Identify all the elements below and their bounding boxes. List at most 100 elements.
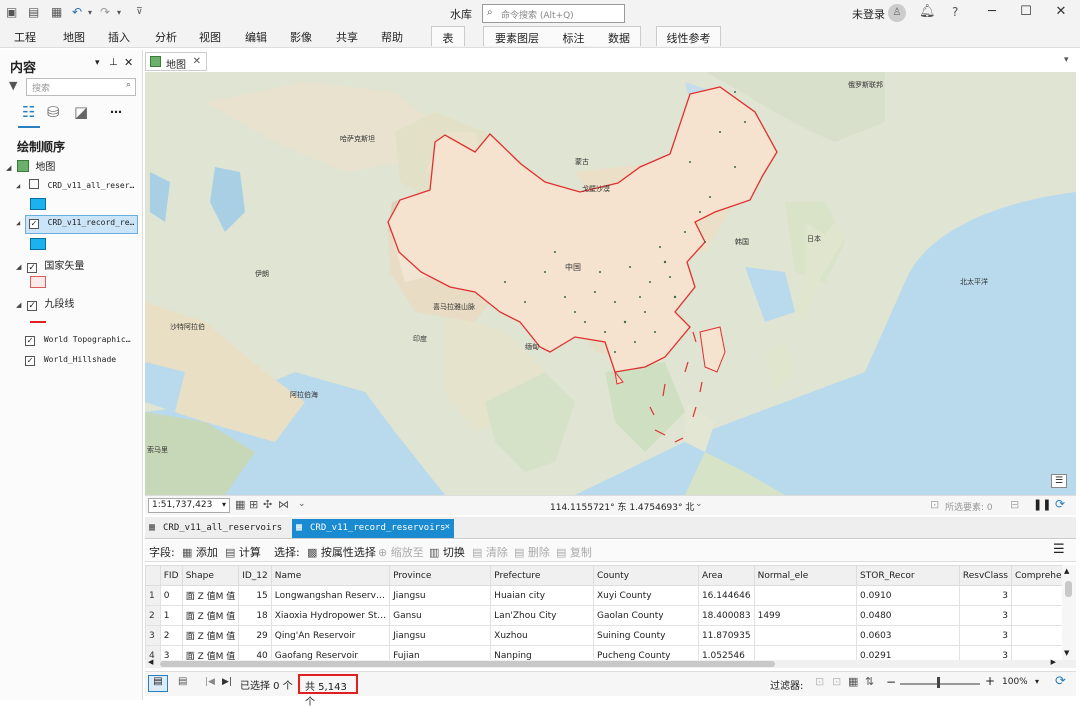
refresh-icon[interactable]: ⟳ [1055, 497, 1065, 511]
undo-dropdown-icon[interactable]: ▾ [88, 8, 92, 24]
table-cell[interactable]: Longwangshan Reserv… [270, 585, 391, 606]
table-cell[interactable]: Suining County [592, 625, 699, 646]
table-cell[interactable]: 面 Z 值M 值 [181, 645, 240, 660]
contents-search-input[interactable]: 搜索 ⌕ [26, 78, 136, 96]
table-cell[interactable]: Fujian [389, 645, 492, 660]
layer-visibility-checkbox[interactable] [28, 179, 39, 189]
customize-toolbar-icon[interactable]: ⊽ [136, 7, 143, 23]
table-cell[interactable]: 29 [238, 625, 272, 646]
layer-row-nine-dash-line[interactable]: ◢ ✓ 九段线 [16, 295, 74, 311]
column-header[interactable]: FID [159, 565, 183, 586]
menu-imagery[interactable]: 影像 [290, 29, 312, 45]
calculate-field-button[interactable]: ▤ 计算 [225, 544, 261, 560]
layer-symbol[interactable] [30, 238, 46, 250]
clear-selection-icon[interactable]: ⊟ [1010, 498, 1019, 511]
grid-icon[interactable]: ⊞ [249, 498, 258, 511]
table-cell[interactable]: 0.0291 [856, 645, 960, 660]
table-cell[interactable]: Gaolan County [592, 605, 699, 626]
table-row[interactable]: 32面 Z 值M 值 29 Qing'An Reservoir Jiangsu Xuzh… [145, 625, 1076, 646]
pause-drawing-icon[interactable]: ❚❚ [1033, 498, 1051, 511]
table-row[interactable]: 43面 Z 值M 值 40 Gaofang Reservoir Fujian Nanpi… [145, 645, 1076, 660]
zoom-to-button[interactable]: ⊕ 缩放至 [378, 544, 424, 560]
menu-view[interactable]: 视图 [199, 29, 221, 45]
layer-visibility-checkbox[interactable]: ✓ [25, 336, 35, 346]
menu-edit[interactable]: 编辑 [245, 29, 267, 45]
snapping-icon[interactable]: ⋈ [278, 498, 289, 511]
table-cell[interactable]: 16.144646 [697, 585, 755, 606]
table-cell[interactable]: 面 Z 值M 值 [181, 585, 240, 606]
table-cell[interactable]: Gansu [389, 605, 492, 626]
fixed-scale-icon[interactable]: ▦ [235, 498, 245, 511]
copy-button[interactable]: ▤ 复制 [556, 544, 592, 560]
table-row[interactable]: 10面 Z 值M 值 15 Longwangshan Reserv… Jiangsu H… [145, 585, 1076, 606]
row-header-corner[interactable] [145, 565, 161, 586]
table-cell[interactable]: 面 Z 值M 值 [181, 625, 240, 646]
select-by-attributes-button[interactable]: ▩ 按属性选择 [307, 544, 376, 560]
table-row[interactable]: 21面 Z 值M 值 18 Xiaoxia Hydropower St… Gansu L… [145, 605, 1076, 626]
refresh-icon[interactable]: ⟳ [1055, 674, 1066, 689]
switch-selection-button[interactable]: ▥ 切换 [429, 544, 465, 560]
menu-project[interactable]: 工程 [14, 29, 36, 45]
table-cell[interactable]: 3 [958, 585, 1012, 606]
row-number[interactable]: 3 [145, 625, 161, 646]
chevron-down-icon[interactable]: ⌄ [695, 499, 703, 509]
layer-row-world-topographic[interactable]: ✓ World Topographic… [25, 335, 131, 351]
layer-visibility-checkbox[interactable]: ✓ [28, 219, 39, 229]
new-project-icon[interactable]: ▣ [6, 5, 17, 21]
zoom-slider-thumb[interactable] [937, 677, 940, 688]
horizontal-scrollbar[interactable]: ◀ ▶ [145, 658, 1076, 668]
map-node[interactable]: ◢ 地图 [6, 158, 55, 174]
tab-record-reservoirs[interactable]: ▦ CRD_v11_record_reservoirs ✕ [292, 519, 454, 538]
table-cell[interactable] [753, 625, 858, 646]
add-field-button[interactable]: ▦ 添加 [182, 544, 218, 560]
collapse-arrow-icon[interactable]: ◢ [16, 182, 24, 190]
field-visibility-icon[interactable]: ▦ [848, 675, 858, 688]
tab-list-dropdown-icon[interactable]: ▾ [1064, 55, 1069, 65]
zoom-in-button[interactable]: + [985, 674, 995, 688]
command-search-input[interactable]: ⌕ 命令搜索 (Alt+Q) [482, 4, 625, 23]
table-cell[interactable]: 11.870935 [697, 625, 755, 646]
save-icon[interactable]: ▦ [51, 5, 62, 21]
table-cell[interactable]: Jiangsu [389, 585, 492, 606]
table-cell[interactable]: Nanping [490, 645, 594, 660]
table-cell[interactable]: 18 [238, 605, 272, 626]
column-header[interactable]: STOR_Recor [856, 565, 960, 586]
filter-icon[interactable]: ▼ [9, 79, 17, 92]
notification-bell-icon[interactable]: 🔔︎ [919, 4, 936, 19]
table-cell[interactable]: 1499 [753, 605, 858, 626]
table-cell[interactable]: Xuyi County [592, 585, 699, 606]
delete-button[interactable]: ▤ 删除 [514, 544, 550, 560]
scrollbar-thumb[interactable] [1065, 581, 1072, 597]
collapse-arrow-icon[interactable]: ◢ [16, 219, 24, 227]
tab-feature-layer[interactable]: 要素图层 [495, 32, 539, 45]
last-record-icon[interactable]: ▶| [222, 677, 232, 687]
table-cell[interactable]: 3 [958, 645, 1012, 660]
list-by-selection-icon[interactable]: ◪ [74, 103, 88, 121]
collapse-arrow-icon[interactable]: ◢ [16, 301, 24, 309]
table-cell[interactable]: Jiangsu [389, 625, 492, 646]
tab-linear-referencing[interactable]: 线性参考 [656, 26, 721, 46]
close-tab-icon[interactable]: ✕ [445, 522, 450, 532]
redo-dropdown-icon[interactable]: ▾ [117, 8, 121, 24]
attribute-table-grid[interactable]: FID Shape ID_12 Name Province Prefecture Count… [145, 565, 1076, 660]
table-cell[interactable]: Gaofang Reservoir [270, 645, 391, 660]
scroll-down-icon[interactable]: ▼ [1064, 649, 1069, 657]
table-cell[interactable]: 3 [958, 625, 1012, 646]
table-menu-icon[interactable]: ☰ [1053, 542, 1065, 557]
map-canvas[interactable]: 哈萨克斯坦 俄罗斯联邦 蒙古 戈壁沙漠 中国 韩国 日本 北太平洋 伊朗 沙特阿… [145, 72, 1076, 495]
table-cell[interactable]: Huaian city [490, 585, 594, 606]
collapse-arrow-icon[interactable]: ◢ [16, 263, 24, 271]
table-cell[interactable] [753, 645, 858, 660]
zoom-level[interactable]: 100% [1002, 677, 1028, 687]
table-cell[interactable]: Xiaoxia Hydropower St… [270, 605, 391, 626]
column-header[interactable]: ID_12 [238, 565, 272, 586]
show-all-records-icon[interactable]: ▤ [148, 675, 168, 692]
collapse-arrow-icon[interactable]: ◢ [6, 164, 14, 172]
table-cell[interactable]: Xuzhou [490, 625, 594, 646]
menu-map[interactable]: 地图 [63, 29, 85, 45]
sort-icon[interactable]: ⇅ [865, 675, 874, 688]
layer-symbol[interactable] [30, 198, 46, 210]
clear-selection-button[interactable]: ▤ 清除 [472, 544, 508, 560]
show-selected-records-icon[interactable]: ▤ [178, 676, 187, 687]
vertical-scrollbar[interactable]: ▲ ▼ [1062, 565, 1076, 660]
